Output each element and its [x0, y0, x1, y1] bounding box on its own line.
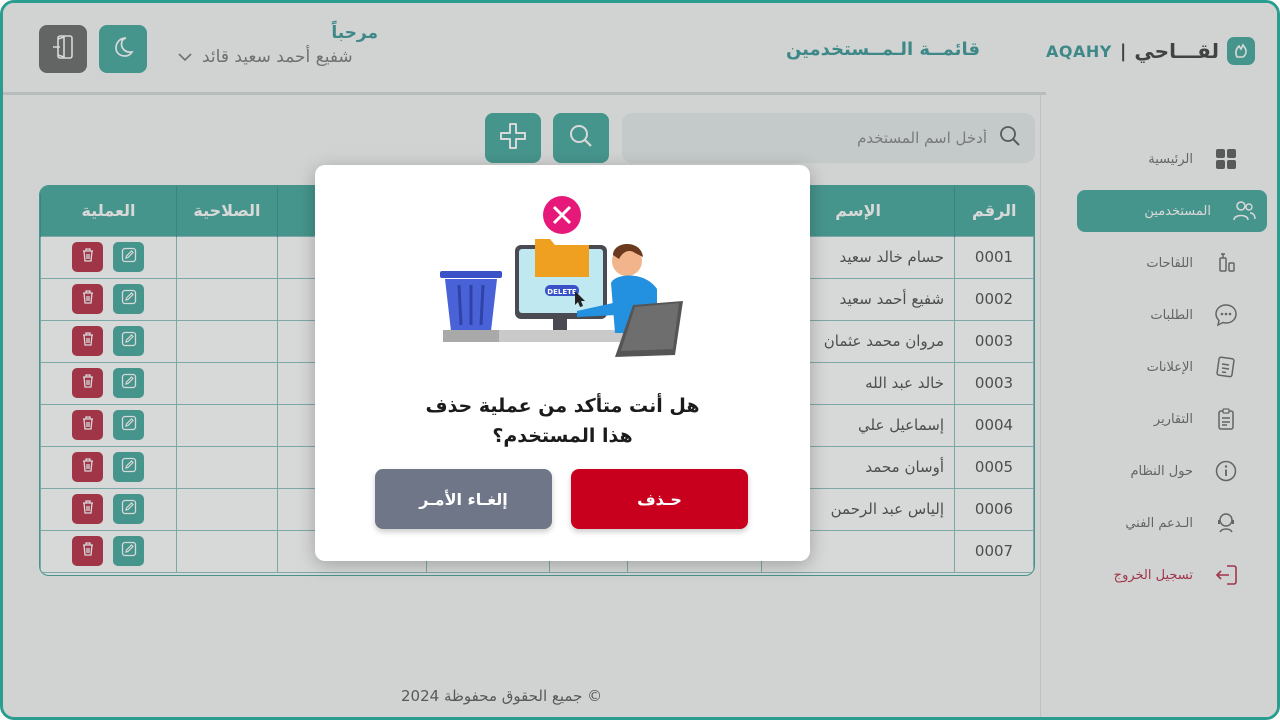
dialog-message-line2: هذا المستخدم؟	[492, 425, 633, 447]
confirm-delete-button[interactable]: حـذف	[571, 469, 748, 529]
dialog-message-line1: هل أنت متأكد من عملية حذف	[425, 395, 700, 417]
app-frame: LAQAHY | لقـــاحي الرئيسية المستخدمين ال…	[0, 0, 1280, 720]
dialog-message: هل أنت متأكد من عملية حذف هذا المستخدم؟	[315, 391, 810, 451]
cancel-button[interactable]: إلغـاء الأمـر	[375, 469, 552, 529]
illustration-label: DELETE	[547, 288, 577, 296]
delete-user-illustration: DELETE	[440, 196, 683, 357]
delete-confirm-dialog: DELETE هل أنت متأكد من عملية حذف هذا الم…	[315, 165, 810, 561]
